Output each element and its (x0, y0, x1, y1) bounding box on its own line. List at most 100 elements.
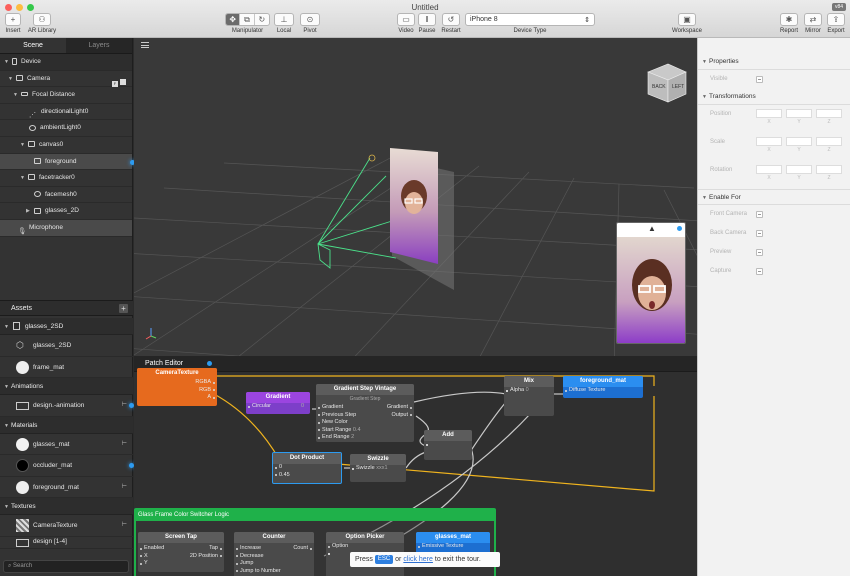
input-port-gradient[interactable]: Gradient (316, 404, 372, 412)
disclosure-open-icon[interactable]: ▼ (4, 379, 11, 396)
disclosure-open-icon[interactable]: ▼ (4, 499, 11, 516)
tab-scene[interactable]: Scene (0, 38, 66, 53)
visible-checkbox[interactable] (756, 76, 763, 83)
preview-checkbox[interactable] (756, 249, 763, 256)
asset-item-design-animation[interactable]: design.-animation ⊢ (0, 395, 134, 417)
disclosure-open-icon[interactable]: ▼ (13, 87, 21, 104)
scene-item-glasses-2d[interactable]: ▶ glasses_2D (0, 203, 132, 220)
input-port-y[interactable]: Y (138, 560, 178, 568)
scene-item-facemesh[interactable]: facemesh0 (0, 187, 132, 204)
scene-item-directional-light[interactable]: ⋰ directionalLight0 (0, 104, 132, 121)
foreground-mat-patch[interactable]: foreground_mat Diffuse Texture (563, 376, 643, 398)
move-tool-icon[interactable]: ✥ (226, 14, 241, 25)
asset-group-animations[interactable]: ▼ Animations (0, 378, 133, 395)
device-type-select[interactable]: iPhone 8 ⇕ (465, 13, 595, 26)
mirror-button[interactable]: ⇄ Mirror (802, 13, 824, 34)
scene-item-focal-distance[interactable]: ▼ Focal Distance (0, 87, 132, 104)
position-z-field[interactable] (816, 109, 842, 118)
position-y-field[interactable] (786, 109, 812, 118)
warning-icon[interactable]: ▲ (648, 224, 656, 233)
enable-for-section[interactable]: ▼ Enable For (698, 189, 850, 205)
scene-item-ambient-light[interactable]: ambientLight0 (0, 120, 132, 137)
tab-layers[interactable]: Layers (66, 38, 132, 53)
disclosure-open-icon[interactable]: ▼ (4, 319, 11, 336)
pivot-button[interactable]: ⊙ Pivot (299, 13, 321, 34)
patch-editor[interactable]: Patch Editor CameraTexture RGBA RGB A Gr… (134, 356, 697, 576)
disclosure-open-icon[interactable]: ▼ (702, 190, 709, 206)
transformations-section[interactable]: ▼ Transformations (698, 89, 850, 105)
output-port-output[interactable]: Output (372, 412, 414, 420)
input-port-new-color[interactable]: New Color (316, 419, 372, 427)
rotate-tool-icon[interactable]: ↻ (255, 14, 269, 25)
export-button[interactable]: ⇪ Export (825, 13, 847, 34)
disclosure-open-icon[interactable]: ▼ (20, 170, 28, 187)
rotation-y-field[interactable] (786, 165, 812, 174)
asset-group-materials[interactable]: ▼ Materials (0, 416, 133, 434)
gradient-step-patch[interactable]: Gradient Step Vintage Gradient Step Grad… (316, 384, 414, 442)
asset-item-frame-mat[interactable]: frame_mat (0, 357, 133, 378)
disclosure-open-icon[interactable]: ▼ (4, 54, 12, 71)
viewport-menu-icon[interactable] (141, 42, 149, 48)
video-button[interactable]: ▭ Video (396, 13, 416, 34)
swizzle-patch[interactable]: Swizzle Swizzle xxx1 (350, 454, 406, 482)
front-camera-toggle[interactable]: F (112, 80, 118, 87)
asset-item-foreground-mat[interactable]: foreground_mat ⊢ (0, 477, 133, 498)
input-port-option[interactable]: Option (326, 543, 404, 551)
front-camera-checkbox[interactable] (756, 211, 763, 218)
scene-item-camera[interactable]: ▼ Camera F (0, 71, 132, 88)
report-button[interactable]: ✱ Report (778, 13, 800, 34)
gradient-patch[interactable]: Gradient Circular 0 (246, 392, 310, 414)
ar-library-button[interactable]: ⚇ AR Library (26, 13, 58, 34)
exit-tour-link[interactable]: click here (403, 556, 433, 563)
scale-y-field[interactable] (786, 137, 812, 146)
simulator-preview[interactable]: ▲ (616, 222, 686, 344)
back-camera-checkbox[interactable] (756, 230, 763, 237)
restart-button[interactable]: ↺ Restart (439, 13, 463, 34)
scene-item-microphone[interactable]: 🎙Microphone (0, 219, 132, 237)
input-port-jump[interactable]: Jump (234, 560, 286, 568)
scale-z-field[interactable] (816, 137, 842, 146)
input-port-emissive-texture[interactable]: Emissive Texture (416, 543, 490, 551)
asset-item-glasses-mat[interactable]: glasses_mat ⊢ (0, 434, 133, 455)
input-port-jump-to-number[interactable]: Jump to Number (234, 568, 286, 576)
properties-section[interactable]: ▼ Properties (698, 54, 850, 70)
disclosure-open-icon[interactable]: ▼ (8, 71, 16, 88)
input-port-end-range[interactable]: End Range 2 (316, 434, 372, 442)
back-camera-toggle[interactable] (120, 78, 126, 85)
input-port-increase[interactable]: Increase (234, 545, 286, 553)
workspace-button[interactable]: ▣ Workspace (670, 13, 704, 34)
asset-item-occluder-mat[interactable]: occluder_mat (0, 455, 134, 477)
input-port-swizzle[interactable]: Swizzle xxx1 (350, 465, 406, 473)
asset-search-input[interactable]: ⌕ Search (3, 560, 129, 573)
output-port-rgb[interactable]: RGB (137, 387, 217, 395)
view-cube[interactable]: BACK LEFT (647, 63, 687, 103)
scene-item-canvas[interactable]: ▼ canvas0 (0, 137, 132, 154)
asset-item-glasses-2sd[interactable]: ⬡ glasses_2SD (0, 335, 133, 357)
output-port-rgba[interactable]: RGBA (137, 379, 217, 387)
scale-x-field[interactable] (756, 137, 782, 146)
disclosure-closed-icon[interactable]: ▶ (26, 203, 34, 220)
scene-item-device[interactable]: ▼ Device (0, 54, 132, 71)
local-button[interactable]: ⊥ Local (273, 13, 295, 34)
dot-product-patch[interactable]: Dot Product 0 0.45 (272, 452, 342, 484)
patch-group-title[interactable]: Glass Frame Color Switcher Logic (136, 510, 494, 521)
manipulator-segmented-control[interactable]: ✥ ⧉ ↻ (225, 13, 270, 26)
output-port-gradient[interactable]: Gradient (372, 404, 414, 412)
add-patch[interactable]: Add (424, 430, 472, 460)
mix-patch[interactable]: Mix Alpha 0 (504, 376, 554, 416)
disclosure-open-icon[interactable]: ▼ (702, 54, 709, 70)
insert-button[interactable]: + Insert (4, 13, 22, 34)
input-port-start-range[interactable]: Start Range 0.4 (316, 427, 372, 435)
disclosure-open-icon[interactable]: ▼ (702, 89, 709, 105)
rotation-z-field[interactable] (816, 165, 842, 174)
scene-item-facetracker[interactable]: ▼ facetracker0 (0, 170, 132, 187)
rotation-x-field[interactable] (756, 165, 782, 174)
input-port-decrease[interactable]: Decrease (234, 553, 286, 561)
output-port-tap[interactable]: Tap (178, 545, 224, 553)
asset-group-glasses[interactable]: ▼ glasses_2SD (0, 318, 133, 335)
input-port-x[interactable]: X (138, 553, 178, 561)
screen-tap-patch[interactable]: Screen Tap Enabled X Y Tap 2D Position (138, 532, 224, 572)
asset-item-camera-texture[interactable]: CameraTexture ⊢ (0, 515, 133, 537)
scene-viewport[interactable]: BACK LEFT (134, 38, 697, 356)
tutorial-hotspot[interactable] (677, 226, 682, 231)
